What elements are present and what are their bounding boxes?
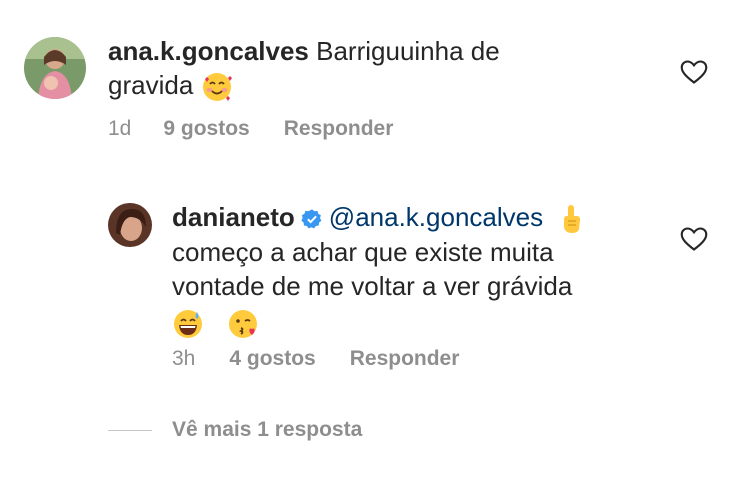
view-more-label: Vê mais 1 resposta	[172, 418, 363, 441]
grinning-face-with-sweat-icon	[174, 310, 202, 339]
verified-badge-icon	[301, 209, 322, 229]
likes-count[interactable]: 4 gostos	[229, 347, 315, 371]
heart-icon[interactable]	[680, 59, 708, 85]
comment-text-line1: começo a achar que existe muita	[172, 237, 554, 268]
comment-username[interactable]: danianeto	[172, 202, 295, 232]
comment-body: ana.k.goncalves Barriguuinha de gravida	[108, 34, 628, 103]
avatar-photo	[24, 37, 86, 99]
likes-count[interactable]: 9 gostos	[163, 117, 249, 141]
reply-button[interactable]: Responder	[284, 117, 394, 141]
view-more-replies-button[interactable]: Vê mais 1 resposta	[108, 418, 362, 442]
comment-meta: 1d 9 gostos Responder	[108, 117, 393, 141]
heart-icon[interactable]	[680, 226, 708, 252]
comment-time: 1d	[108, 117, 132, 140]
divider-line	[108, 429, 152, 431]
mention-link[interactable]: @ana.k.goncalves	[329, 202, 543, 232]
avatar[interactable]	[108, 203, 152, 247]
comment-body: danianeto @ana.k.goncalves começo a acha…	[172, 200, 652, 340]
avatar-photo	[108, 203, 152, 247]
smiling-face-with-hearts-icon	[202, 73, 232, 102]
reply-button[interactable]: Responder	[350, 347, 460, 371]
face-blowing-kiss-icon	[229, 310, 258, 339]
comment-time: 3h	[172, 347, 196, 370]
comment-meta: 3h 4 gostos Responder	[172, 347, 459, 371]
comment-text-line1: Barriguuinha de	[316, 36, 500, 66]
avatar[interactable]	[24, 37, 86, 99]
comment-username[interactable]: ana.k.goncalves	[108, 36, 309, 66]
index-pointing-up-icon	[564, 205, 581, 234]
comment-text-line2: vontade de me voltar a ver grávida	[172, 271, 573, 302]
comment-text-line2: gravida	[108, 70, 194, 100]
